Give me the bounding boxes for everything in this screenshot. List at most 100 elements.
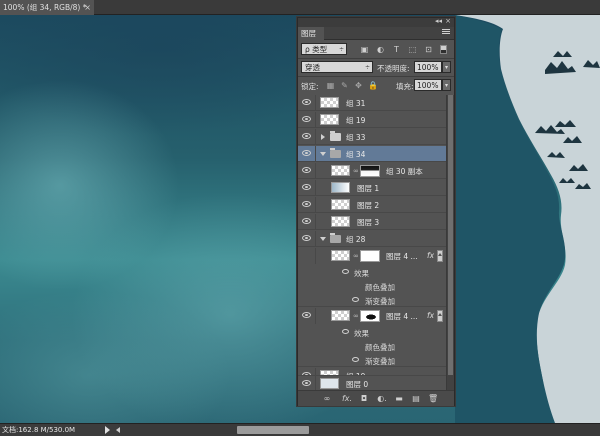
close-panel-icon[interactable]: ×	[445, 17, 451, 25]
layer-name[interactable]: 组 30 副本	[386, 166, 423, 177]
fill-input[interactable]: 100%	[414, 79, 442, 91]
effect-item[interactable]: 颜色叠加	[298, 339, 446, 353]
layer-name[interactable]: 组 33	[346, 132, 365, 143]
layer-name[interactable]: 图层 2	[357, 200, 379, 211]
layer-name[interactable]: 组 34	[346, 149, 365, 160]
layer-row[interactable]: ∞ 组 30 副本	[298, 163, 446, 179]
lock-image-icon[interactable]: ✎	[340, 81, 349, 90]
visibility-eye-icon[interactable]	[302, 218, 311, 224]
layer-row-selected[interactable]: 组 34	[298, 146, 446, 162]
filter-toggle[interactable]	[440, 45, 447, 54]
layer-row[interactable]: 组 33	[298, 129, 446, 145]
layer-name[interactable]: 图层 3	[357, 217, 379, 228]
new-adjustment-icon[interactable]: ◐.	[376, 394, 388, 404]
effect-name[interactable]: 颜色叠加	[365, 342, 395, 353]
effects-toggle-icon[interactable]	[437, 250, 443, 262]
tab-layers[interactable]: 图层	[298, 27, 324, 40]
scroll-left-arrow-icon[interactable]	[116, 427, 120, 433]
lock-transparency-icon[interactable]: ▦	[326, 81, 335, 90]
visibility-eye-icon[interactable]	[302, 167, 311, 173]
layer-name[interactable]: 图层 4 ...	[386, 311, 418, 322]
delete-layer-icon[interactable]: 🗑	[428, 394, 438, 404]
close-icon[interactable]: ×	[84, 0, 91, 15]
layer-name[interactable]: 组 31	[346, 98, 365, 109]
layer-row[interactable]: 组 28	[298, 231, 446, 247]
visibility-eye-icon[interactable]	[352, 297, 359, 302]
collapse-arrow-icon[interactable]	[320, 237, 326, 241]
layer-list[interactable]: 组 31 组 19 组 33 组 34 ∞ 组 30 副本 图层 1 图层 2 …	[298, 95, 446, 390]
link-chain-icon[interactable]: ∞	[353, 167, 359, 175]
visibility-eye-icon[interactable]	[352, 357, 359, 362]
fill-dropdown-icon[interactable]: ▾	[442, 79, 451, 91]
visibility-eye-icon[interactable]	[302, 184, 311, 190]
layer-row[interactable]: 图层 2	[298, 197, 446, 213]
layer-mask-thumbnail[interactable]	[360, 310, 380, 322]
lock-position-icon[interactable]: ✥	[354, 81, 363, 90]
smart-object-filter-icon[interactable]: ⊡	[424, 45, 433, 54]
effect-name[interactable]: 颜色叠加	[365, 282, 395, 293]
panel-menu-icon[interactable]	[442, 29, 450, 37]
collapse-arrow-icon[interactable]	[320, 152, 326, 156]
layer-thumbnail	[331, 250, 350, 261]
layer-thumbnail	[320, 114, 339, 125]
effect-name[interactable]: 渐变叠加	[365, 296, 395, 307]
layer-thumbnail	[331, 165, 350, 176]
visibility-eye-icon[interactable]	[302, 150, 311, 156]
layer-mask-thumbnail[interactable]	[360, 165, 380, 177]
effect-name[interactable]: 渐变叠加	[365, 356, 395, 367]
visibility-eye-icon[interactable]	[302, 235, 311, 241]
layer-name[interactable]: 图层 0	[346, 379, 368, 390]
visibility-eye-icon[interactable]	[342, 269, 349, 274]
effects-toggle-icon[interactable]	[437, 310, 443, 322]
visibility-eye-icon[interactable]	[302, 133, 311, 139]
fx-icon[interactable]: fx	[427, 251, 434, 260]
visibility-eye-icon[interactable]	[342, 329, 349, 334]
image-filter-icon[interactable]: ▣	[360, 45, 369, 54]
visibility-eye-icon[interactable]	[302, 201, 311, 207]
document-tab[interactable]: 100% (组 34, RGB/8) * ×	[0, 0, 94, 15]
visibility-eye-icon[interactable]	[302, 99, 311, 105]
layer-name[interactable]: 组 28	[346, 234, 365, 245]
layer-row[interactable]: ∞ 图层 4 ... fx	[298, 308, 446, 324]
layer-name[interactable]: 图层 4 ...	[386, 251, 418, 262]
visibility-eye-icon[interactable]	[302, 116, 311, 122]
blend-mode-select[interactable]: 穿透 ÷	[301, 61, 373, 73]
layer-row[interactable]: 组 19	[298, 112, 446, 128]
scrollbar-thumb[interactable]	[448, 95, 453, 375]
expand-arrow-icon[interactable]	[321, 134, 325, 140]
layer-row[interactable]: 组 31	[298, 95, 446, 111]
layer-row[interactable]: ∞ 图层 4 ... fx	[298, 248, 446, 264]
adjustment-filter-icon[interactable]: ◐	[376, 45, 385, 54]
shape-filter-icon[interactable]: ⬚	[408, 45, 417, 54]
collapse-panel-icon[interactable]: ◂◂	[435, 17, 442, 25]
effect-item[interactable]: 渐变叠加	[298, 293, 446, 307]
layer-mask-thumbnail[interactable]	[360, 250, 380, 262]
status-menu-arrow-icon[interactable]	[105, 426, 110, 434]
link-layers-icon[interactable]: ∞	[322, 394, 332, 404]
select-arrow-icon: ÷	[364, 64, 370, 71]
opacity-input[interactable]: 100%	[414, 61, 442, 73]
layer-list-scrollbar[interactable]	[446, 95, 454, 390]
add-mask-icon[interactable]: ◘	[359, 394, 369, 404]
layer-row[interactable]: 图层 1	[298, 180, 446, 196]
link-chain-icon[interactable]: ∞	[353, 312, 359, 320]
add-style-icon[interactable]: fx.	[340, 394, 354, 404]
layer-name[interactable]: 组 19	[346, 115, 365, 126]
visibility-eye-icon[interactable]	[302, 380, 311, 386]
layer-name[interactable]: 图层 1	[357, 183, 379, 194]
lock-label: 锁定:	[301, 82, 319, 91]
effect-item[interactable]: 渐变叠加	[298, 353, 446, 367]
filter-kind-select[interactable]: ρ 类型 ÷	[301, 43, 347, 55]
scrollbar-thumb[interactable]	[237, 426, 309, 434]
visibility-eye-icon[interactable]	[302, 312, 311, 318]
effect-item[interactable]: 颜色叠加	[298, 279, 446, 293]
type-filter-icon[interactable]: T	[392, 45, 401, 54]
new-group-icon[interactable]: ▬	[394, 394, 404, 404]
layer-row[interactable]: 图层 3	[298, 214, 446, 230]
lock-all-icon[interactable]: 🔒	[368, 81, 378, 90]
fx-icon[interactable]: fx	[427, 311, 434, 320]
new-layer-icon[interactable]: ▤	[411, 394, 421, 404]
opacity-dropdown-icon[interactable]: ▾	[442, 61, 451, 73]
layer-row[interactable]: 图层 0	[298, 375, 446, 392]
link-chain-icon[interactable]: ∞	[353, 252, 359, 260]
